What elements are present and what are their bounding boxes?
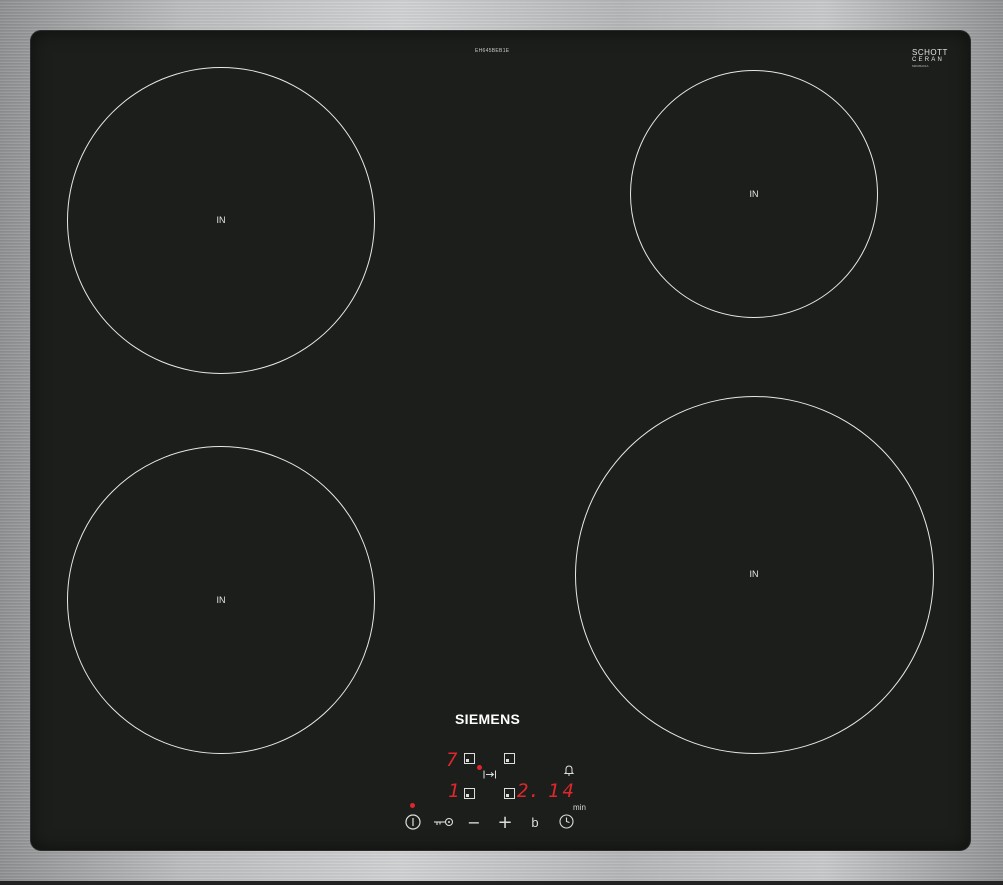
zone-select-rear-right[interactable] bbox=[504, 753, 515, 764]
schott-ceran-logo: SCHOTT CERAN M0045A01A bbox=[912, 49, 948, 68]
boost-button[interactable]: b bbox=[529, 812, 541, 832]
timer-display: 14 bbox=[548, 780, 577, 802]
zone-rear-left-label: IN bbox=[216, 215, 226, 225]
level-display-rear-left: 7 bbox=[446, 749, 458, 771]
child-lock-button[interactable] bbox=[433, 816, 454, 828]
level-display-front-right: 2. bbox=[517, 780, 540, 802]
ceran-text: CERAN bbox=[912, 57, 945, 63]
zone-select-rear-left[interactable] bbox=[464, 753, 475, 764]
power-icon bbox=[405, 814, 421, 830]
plus-button[interactable]: + bbox=[497, 812, 513, 833]
zone-select-front-right[interactable] bbox=[504, 788, 515, 799]
key-icon bbox=[434, 817, 454, 827]
clock-icon bbox=[559, 814, 574, 829]
zone-front-left-label: IN bbox=[216, 595, 226, 605]
zone-link-icon bbox=[483, 770, 497, 779]
brand-logo: SIEMENS bbox=[455, 711, 521, 727]
timer-unit-label: min bbox=[573, 803, 586, 812]
timer-button[interactable] bbox=[558, 813, 575, 830]
power-indicator-dot bbox=[410, 803, 415, 808]
power-button[interactable] bbox=[404, 813, 422, 831]
model-code: EH645BEB1E bbox=[475, 48, 510, 54]
minus-button[interactable]: − bbox=[466, 812, 482, 832]
zone-rear-right-label: IN bbox=[749, 189, 759, 199]
zone-select-front-left[interactable] bbox=[464, 788, 475, 799]
ceran-code: M0045A01A bbox=[912, 64, 929, 68]
zone-front-right-label: IN bbox=[749, 569, 759, 579]
level-display-front-left: 1 bbox=[448, 780, 460, 802]
active-indicator-dot bbox=[477, 765, 482, 770]
schott-text: SCHOTT bbox=[912, 48, 948, 57]
alarm-bell-icon[interactable] bbox=[563, 764, 575, 776]
